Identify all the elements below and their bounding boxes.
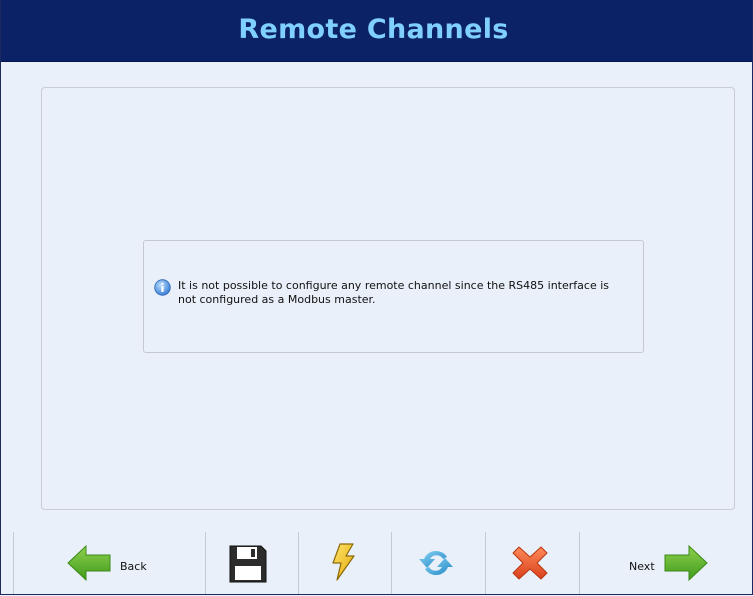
close-x-icon (512, 546, 548, 580)
back-button[interactable]: Back (14, 532, 205, 594)
next-button-label: Next (629, 560, 655, 573)
lightning-icon (332, 543, 355, 581)
bottom-toolbar: Back Next (1, 532, 752, 594)
refresh-icon (419, 550, 453, 576)
apply-button[interactable] (299, 532, 391, 594)
info-message-box: It is not possible to configure any remo… (143, 240, 644, 353)
save-button[interactable] (206, 532, 298, 594)
remote-channels-window: Remote Channels It is not possible to co… (0, 0, 753, 595)
page-title: Remote Channels (238, 14, 509, 45)
info-icon (154, 279, 171, 296)
refresh-button[interactable] (392, 532, 485, 594)
save-disk-icon (229, 545, 267, 583)
back-arrow-icon (67, 544, 111, 582)
cancel-button[interactable] (486, 532, 579, 594)
info-message-text: It is not possible to configure any remo… (178, 279, 609, 306)
next-arrow-icon (664, 544, 708, 582)
next-button[interactable]: Next (580, 532, 752, 594)
back-button-label: Back (120, 560, 147, 573)
page-header: Remote Channels (1, 0, 752, 62)
